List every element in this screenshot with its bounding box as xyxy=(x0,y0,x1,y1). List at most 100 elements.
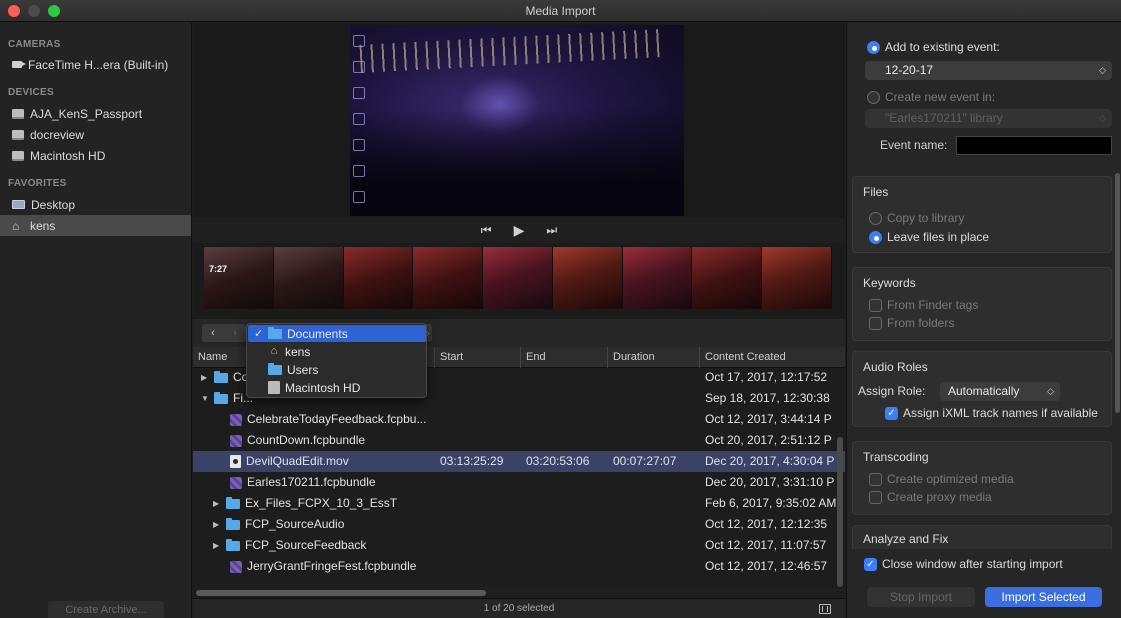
vertical-scrollbar[interactable] xyxy=(837,437,843,587)
disk-icon xyxy=(12,108,24,119)
row-duration xyxy=(608,472,700,493)
files-title: Files xyxy=(863,185,889,199)
row-created: Oct 20, 2017, 2:51:12 P xyxy=(705,433,832,447)
assign-ixml-option[interactable]: ✓ Assign iXML track names if available xyxy=(885,406,1098,420)
horizontal-scroll-thumb[interactable] xyxy=(196,590,486,596)
horizontal-scrollbar[interactable] xyxy=(196,590,841,596)
transcoding-section: Transcoding Create optimized media Creat… xyxy=(852,441,1112,515)
transport-controls: ⏮ ▶ ⏭ xyxy=(193,218,845,243)
radio-add-existing[interactable] xyxy=(867,40,880,54)
event-name-input[interactable] xyxy=(956,136,1112,155)
import-selected-button[interactable]: Import Selected xyxy=(985,587,1102,607)
row-name: CountDown.fcpbundle xyxy=(247,433,366,447)
table-row[interactable]: CelebrateTodayFeedback.fcpbu... Oct 12, … xyxy=(193,409,845,430)
hard-drive-icon xyxy=(268,381,280,394)
disclosure-triangle-icon[interactable]: ▶ xyxy=(201,367,209,388)
row-start xyxy=(435,430,521,451)
radio-create-new[interactable] xyxy=(867,90,880,104)
new-event-library-select[interactable]: "Earles170211" library ◇ xyxy=(865,109,1112,128)
sidebar-item-desktop[interactable]: Desktop xyxy=(0,194,191,215)
disclosure-triangle-icon[interactable]: ▶ xyxy=(213,514,221,535)
create-archive-button[interactable]: Create Archive... xyxy=(48,601,164,618)
desktop-icon xyxy=(12,200,25,209)
checkbox-from-folders[interactable] xyxy=(869,316,882,330)
assign-role-select[interactable]: Automatically ◇ xyxy=(940,382,1060,401)
filmstrip-frame xyxy=(762,247,832,309)
back-button[interactable]: ‹ xyxy=(202,324,224,342)
checkbox-optimized[interactable] xyxy=(869,472,882,486)
sidebar-item-docreview[interactable]: docreview xyxy=(0,124,191,145)
row-start xyxy=(435,535,521,556)
option-label: Assign iXML track names if available xyxy=(903,406,1098,420)
table-row-selected[interactable]: DevilQuadEdit.mov 03:13:25:29 03:20:53:0… xyxy=(193,451,845,472)
checkbox-close-window[interactable]: ✓ xyxy=(864,557,877,571)
row-duration xyxy=(608,388,700,409)
column-header-duration[interactable]: Duration xyxy=(608,347,700,368)
sprocket-marker xyxy=(353,61,365,73)
stop-import-button[interactable]: Stop Import xyxy=(867,587,975,607)
sidebar: CAMERAS FaceTime H...era (Built-in) DEVI… xyxy=(0,23,192,618)
table-row[interactable]: Earles170211.fcpbundle Dec 20, 2017, 3:3… xyxy=(193,472,845,493)
next-icon[interactable]: ⏭ xyxy=(546,223,557,238)
path-menu-item-documents[interactable]: ✓ Documents xyxy=(248,325,426,342)
option-label: Create optimized media xyxy=(887,472,1014,486)
table-row[interactable]: ▶ FCP_SourceAudio Oct 12, 2017, 12:12:35 xyxy=(193,514,845,535)
create-proxy-option[interactable]: Create proxy media xyxy=(869,490,992,504)
existing-event-select[interactable]: 12-20-17 ◇ xyxy=(865,61,1112,80)
copy-to-library-option[interactable]: Copy to library xyxy=(869,211,964,225)
disclosure-triangle-icon[interactable]: ▶ xyxy=(213,535,221,556)
sidebar-item-kens[interactable]: ⌂ kens xyxy=(0,215,191,236)
path-menu-item-users[interactable]: Users xyxy=(248,361,426,378)
import-options-panel: Add to existing event: 12-20-17 ◇ Create… xyxy=(846,23,1121,618)
row-created: Oct 17, 2017, 12:17:52 xyxy=(705,370,828,384)
path-menu-item-kens[interactable]: ⌂ kens xyxy=(248,343,426,360)
table-row[interactable]: CountDown.fcpbundle Oct 20, 2017, 2:51:1… xyxy=(193,430,845,451)
from-finder-tags-option[interactable]: From Finder tags xyxy=(869,298,978,312)
table-row[interactable]: JerryGrantFringeFest.fcpbundle Oct 12, 2… xyxy=(193,556,845,577)
audio-roles-title: Audio Roles xyxy=(863,360,928,374)
video-preview[interactable] xyxy=(350,25,684,216)
filmstrip-frame xyxy=(622,247,693,309)
path-menu-item-macintosh-hd[interactable]: Macintosh HD xyxy=(248,379,426,396)
filmstrip[interactable] xyxy=(204,247,832,309)
disk-icon xyxy=(12,150,24,161)
column-header-start[interactable]: Start xyxy=(435,347,521,368)
row-end xyxy=(521,367,608,388)
radio-leave-files[interactable] xyxy=(869,230,882,244)
name-cell: ▶ Ex_Files_FCPX_10_3_EssT xyxy=(193,493,435,514)
row-name: JerryGrantFringeFest.fcpbundle xyxy=(247,559,417,573)
checkbox-finder-tags[interactable] xyxy=(869,298,882,312)
create-optimized-option[interactable]: Create optimized media xyxy=(869,472,1014,486)
name-cell: CountDown.fcpbundle xyxy=(193,430,435,451)
row-duration xyxy=(608,556,700,577)
sidebar-item-aja-passport[interactable]: AJA_KenS_Passport xyxy=(0,103,191,124)
close-window-option[interactable]: ✓ Close window after starting import xyxy=(864,557,1063,571)
add-existing-event-option[interactable]: Add to existing event: xyxy=(867,40,1000,54)
filmstrip-view-icon[interactable] xyxy=(819,604,831,614)
play-icon[interactable]: ▶ xyxy=(514,222,525,239)
keywords-section: Keywords From Finder tags From folders xyxy=(852,267,1112,341)
create-new-event-option[interactable]: Create new event in: xyxy=(867,90,995,104)
option-label: Create new event in: xyxy=(885,90,996,104)
sidebar-item-facetime[interactable]: FaceTime H...era (Built-in) xyxy=(0,54,191,75)
radio-copy-to-library[interactable] xyxy=(869,211,882,225)
leave-files-in-place-option[interactable]: Leave files in place xyxy=(869,230,989,244)
folder-icon xyxy=(226,538,240,551)
row-end xyxy=(521,493,608,514)
table-row[interactable]: ▶ Ex_Files_FCPX_10_3_EssT Feb 6, 2017, 9… xyxy=(193,493,845,514)
disclosure-triangle-icon[interactable]: ▼ xyxy=(201,388,209,409)
forward-button[interactable]: › xyxy=(224,324,246,342)
panel-scrollbar[interactable] xyxy=(1115,173,1120,413)
disclosure-triangle-icon[interactable]: ▶ xyxy=(213,493,221,514)
table-row[interactable]: ▶ FCP_SourceFeedback Oct 12, 2017, 11:07… xyxy=(193,535,845,556)
column-header-end[interactable]: End xyxy=(521,347,608,368)
checkbox-proxy[interactable] xyxy=(869,490,882,504)
previous-icon[interactable]: ⏮ xyxy=(481,223,492,238)
column-header-content-created[interactable]: Content Created xyxy=(700,347,845,368)
from-folders-option[interactable]: From folders xyxy=(869,316,954,330)
camera-icon xyxy=(12,61,26,68)
filmstrip-frame xyxy=(552,247,623,309)
sidebar-item-macintosh-hd[interactable]: Macintosh HD xyxy=(0,145,191,166)
row-start xyxy=(435,388,521,409)
checkbox-ixml[interactable]: ✓ xyxy=(885,406,898,420)
